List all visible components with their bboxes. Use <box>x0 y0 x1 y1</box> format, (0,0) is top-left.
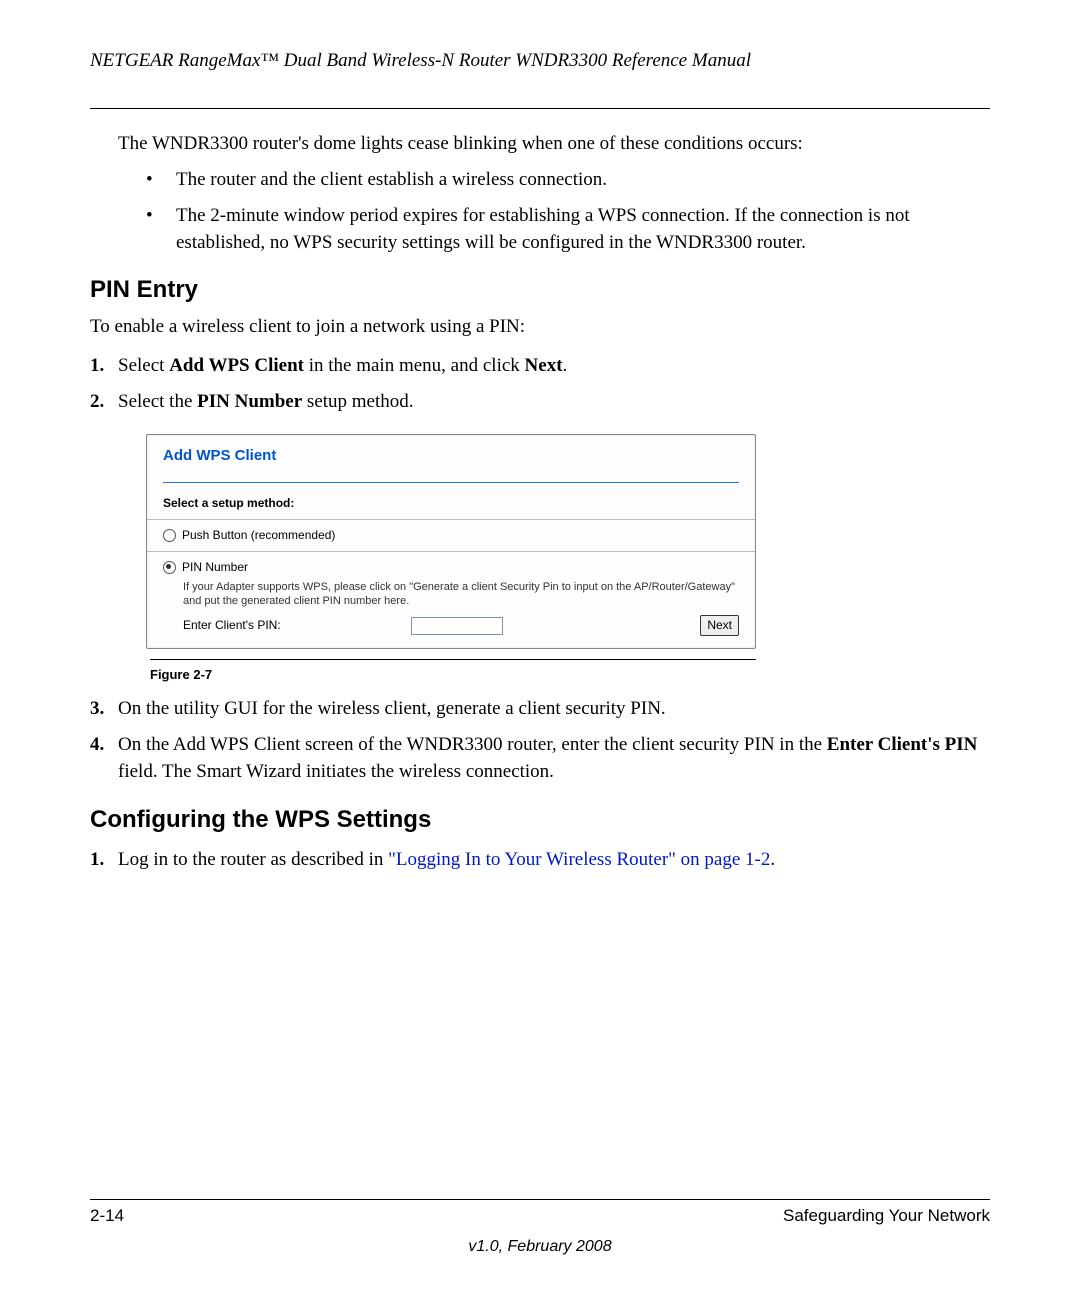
radio-push-button[interactable]: Push Button (recommended) <box>163 524 739 547</box>
text: On the Add WPS Client screen of the WNDR… <box>118 734 827 755</box>
section-heading-pin-entry: PIN Entry <box>90 276 990 304</box>
pin-help-text: If your Adapter supports WPS, please cli… <box>183 581 739 609</box>
figure-caption: Figure 2-7 <box>150 659 756 685</box>
pin-field-label: Enter Client's PIN: <box>183 617 281 634</box>
text: field. The Smart Wizard initiates the wi… <box>118 761 554 782</box>
page-number: 2-14 <box>90 1206 124 1226</box>
bold-text: PIN Number <box>197 391 302 412</box>
radio-pin-number[interactable]: PIN Number <box>163 556 739 579</box>
chapter-title: Safeguarding Your Network <box>783 1206 990 1226</box>
cross-reference-link[interactable]: "Logging In to Your Wireless Router" on … <box>388 849 770 870</box>
add-wps-client-panel: Add WPS Client Select a setup method: Pu… <box>146 434 756 650</box>
figure-2-7: Add WPS Client Select a setup method: Pu… <box>146 434 756 686</box>
section-intro: To enable a wireless client to join a ne… <box>90 316 990 338</box>
condition-list: The router and the client establish a wi… <box>146 167 990 257</box>
panel-rule <box>163 482 739 483</box>
next-button[interactable]: Next <box>700 615 739 636</box>
step-1: Log in to the router as described in "Lo… <box>118 846 990 874</box>
step-1: Select Add WPS Client in the main menu, … <box>118 352 990 380</box>
pin-entry-steps: Select Add WPS Client in the main menu, … <box>90 352 990 785</box>
text: Select the <box>118 391 197 412</box>
text: Log in to the router as described in <box>118 849 388 870</box>
section-heading-wps-settings: Configuring the WPS Settings <box>90 806 990 834</box>
list-item: The 2-minute window period expires for e… <box>146 203 990 256</box>
step-2: Select the PIN Number setup method. Add … <box>118 388 990 685</box>
version-string: v1.0, February 2008 <box>90 1238 990 1256</box>
page-header: NETGEAR RangeMax™ Dual Band Wireless-N R… <box>90 50 990 80</box>
radio-label: Push Button (recommended) <box>182 527 335 544</box>
bold-text: Enter Client's PIN <box>827 734 978 755</box>
step-3: On the utility GUI for the wireless clie… <box>118 695 990 723</box>
list-item: The router and the client establish a wi… <box>146 167 990 194</box>
client-pin-input[interactable] <box>411 617 503 635</box>
text: . <box>770 849 775 870</box>
radio-label: PIN Number <box>182 559 248 576</box>
radio-icon <box>163 561 176 574</box>
radio-icon <box>163 529 176 542</box>
bold-text: Next <box>525 355 563 376</box>
step-4: On the Add WPS Client screen of the WNDR… <box>118 731 990 786</box>
text: setup method. <box>302 391 413 412</box>
intro-paragraph: The WNDR3300 router's dome lights cease … <box>118 131 990 157</box>
text: Select <box>118 355 169 376</box>
bold-text: Add WPS Client <box>169 355 304 376</box>
text: . <box>563 355 568 376</box>
panel-title: Add WPS Client <box>163 445 739 483</box>
text: in the main menu, and click <box>304 355 525 376</box>
page-footer: 2-14 Safeguarding Your Network v1.0, Feb… <box>90 1191 990 1256</box>
header-rule <box>90 108 990 109</box>
setup-method-label: Select a setup method: <box>163 495 739 512</box>
wps-settings-steps: Log in to the router as described in "Lo… <box>90 846 990 874</box>
